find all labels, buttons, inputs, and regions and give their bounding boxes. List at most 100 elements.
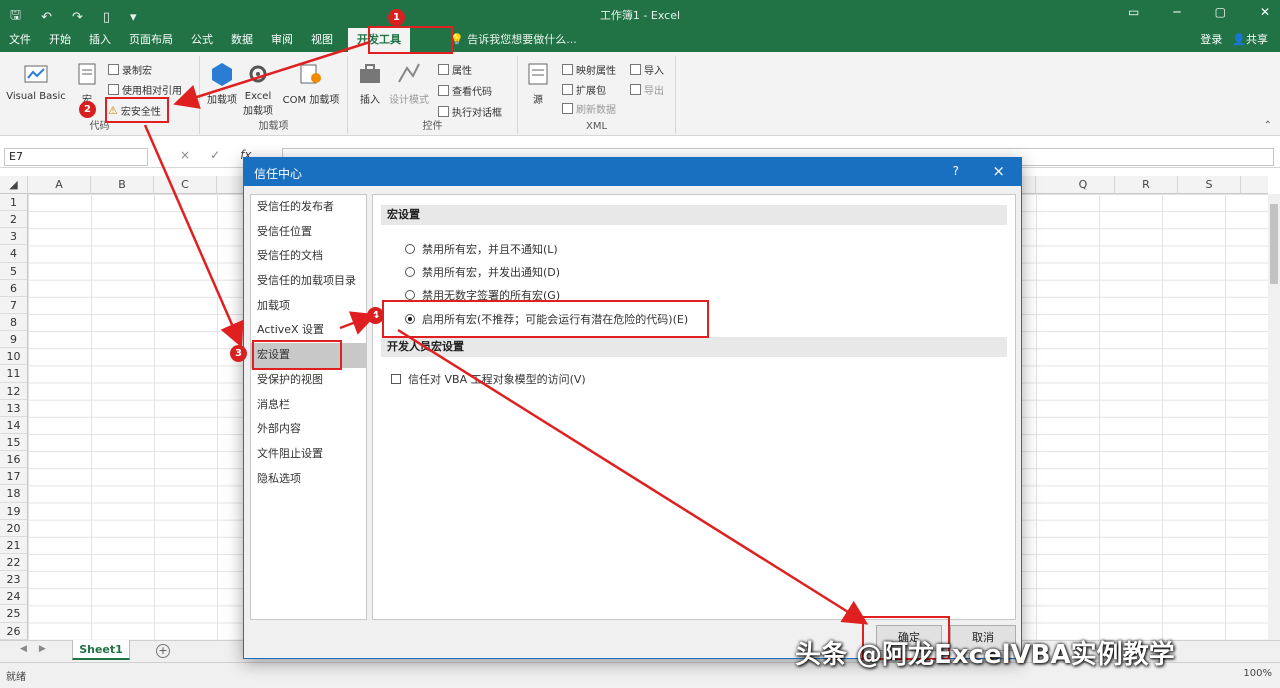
close-icon[interactable]: ✕ xyxy=(1260,5,1270,19)
row-header[interactable]: 10 xyxy=(0,348,27,366)
tab-review[interactable]: 审阅 xyxy=(262,28,302,52)
highlight-developer-tab xyxy=(368,26,453,54)
column-header[interactable]: S xyxy=(1178,176,1241,194)
sheet-tab-sheet1[interactable]: Sheet1 xyxy=(72,640,130,660)
row-header[interactable]: 22 xyxy=(0,554,27,572)
row-header[interactable]: 18 xyxy=(0,485,27,503)
column-header[interactable]: C xyxy=(154,176,217,194)
new-file-icon[interactable]: ▯ xyxy=(103,10,110,25)
window-controls: ▭ ─ ▢ ✕ xyxy=(1128,5,1270,19)
view-code-button[interactable]: 查看代码 xyxy=(438,83,492,98)
share-button[interactable]: 👤共享 xyxy=(1232,28,1268,52)
com-addins-button[interactable]: COM 加载项 xyxy=(278,60,344,106)
nav-trusted-documents[interactable]: 受信任的文档 xyxy=(251,244,366,269)
confirm-entry-icon[interactable]: ✓ xyxy=(210,148,220,162)
zoom-level[interactable]: 100% xyxy=(1243,668,1272,679)
tab-formulas[interactable]: 公式 xyxy=(182,28,222,52)
radio-disable-no-notify[interactable]: 禁用所有宏，并且不通知(L) xyxy=(405,241,558,257)
row-header[interactable]: 20 xyxy=(0,520,27,537)
column-header[interactable]: Q xyxy=(1052,176,1115,194)
row-header[interactable]: 8 xyxy=(0,314,27,332)
xml-source-button[interactable]: 源 xyxy=(524,60,552,106)
minimize-icon[interactable]: ─ xyxy=(1173,5,1180,19)
import-button[interactable]: 导入 xyxy=(630,62,664,77)
radio-circle xyxy=(405,244,415,254)
row-header[interactable]: 12 xyxy=(0,383,27,400)
vertical-scrollbar[interactable] xyxy=(1268,194,1280,640)
nav-message-bar[interactable]: 消息栏 xyxy=(251,393,366,418)
row-header[interactable]: 13 xyxy=(0,400,27,417)
map-properties-button[interactable]: 映射属性 xyxy=(562,62,616,77)
export-icon xyxy=(630,84,641,95)
select-all-corner[interactable]: ◢ xyxy=(0,176,28,194)
name-box[interactable]: E7 xyxy=(4,148,148,166)
nav-protected-view[interactable]: 受保护的视图 xyxy=(251,368,366,393)
title-bar: 🖫 ↶ ↷ ▯ ▾ 工作簿1 - Excel ▭ ─ ▢ ✕ 文件 开始 插入 … xyxy=(0,0,1280,52)
nav-trusted-locations[interactable]: 受信任位置 xyxy=(251,220,366,245)
row-header[interactable]: 26 xyxy=(0,623,27,640)
row-header[interactable]: 5 xyxy=(0,263,27,280)
expansion-pack-button[interactable]: 扩展包 xyxy=(562,82,606,97)
macros-button[interactable]: 宏 xyxy=(72,60,102,106)
radio-disable-notify[interactable]: 禁用所有宏，并发出通知(D) xyxy=(405,264,560,280)
ribbon-display-icon[interactable]: ▭ xyxy=(1128,5,1139,19)
row-header[interactable]: 24 xyxy=(0,588,27,606)
row-header[interactable]: 6 xyxy=(0,280,27,297)
collapse-ribbon-icon[interactable]: ⌃ xyxy=(1264,120,1272,131)
record-macro-button[interactable]: 录制宏 xyxy=(108,62,152,77)
row-header[interactable]: 19 xyxy=(0,503,27,520)
column-header[interactable]: A xyxy=(28,176,91,194)
undo-icon[interactable]: ↶ xyxy=(41,10,52,25)
row-header[interactable]: 1 xyxy=(0,194,27,212)
nav-file-block-settings[interactable]: 文件阻止设置 xyxy=(251,442,366,467)
maximize-icon[interactable]: ▢ xyxy=(1215,5,1226,19)
tab-view[interactable]: 视图 xyxy=(302,28,342,52)
nav-trusted-publishers[interactable]: 受信任的发布者 xyxy=(251,195,366,220)
row-header[interactable]: 3 xyxy=(0,228,27,246)
dialog-close-icon[interactable]: × xyxy=(992,162,1005,180)
nav-addins[interactable]: 加载项 xyxy=(251,294,366,319)
row-header[interactable]: 23 xyxy=(0,571,27,589)
export-button[interactable]: 导出 xyxy=(630,82,664,97)
tell-me-search[interactable]: 💡 告诉我您想要做什么... xyxy=(450,28,577,52)
refresh-data-button[interactable]: 刷新数据 xyxy=(562,101,616,116)
tab-file[interactable]: 文件 xyxy=(0,28,40,52)
customize-qat-icon[interactable]: ▾ xyxy=(130,10,137,25)
row-header[interactable]: 15 xyxy=(0,434,27,452)
cancel-entry-icon[interactable]: × xyxy=(180,148,190,162)
visual-basic-button[interactable]: Visual Basic xyxy=(4,60,68,102)
row-header[interactable]: 17 xyxy=(0,468,27,486)
excel-addins-button[interactable]: Excel 加载项 xyxy=(240,60,276,117)
nav-external-content[interactable]: 外部内容 xyxy=(251,417,366,442)
nav-trusted-addin-catalogs[interactable]: 受信任的加载项目录 xyxy=(251,269,366,294)
vba-trust-checkbox[interactable]: 信任对 VBA 工程对象模型的访问(V) xyxy=(391,371,586,387)
row-header[interactable]: 25 xyxy=(0,605,27,623)
save-icon[interactable]: 🖫 xyxy=(10,6,21,28)
properties-button[interactable]: 属性 xyxy=(438,62,472,77)
row-header[interactable]: 9 xyxy=(0,331,27,349)
tab-home[interactable]: 开始 xyxy=(40,28,80,52)
scrollbar-thumb[interactable] xyxy=(1270,204,1278,284)
row-header[interactable]: 16 xyxy=(0,451,27,469)
add-sheet-button[interactable]: + xyxy=(156,644,170,658)
redo-icon[interactable]: ↷ xyxy=(72,10,83,25)
insert-control-button[interactable]: 插入 xyxy=(352,60,388,106)
column-header[interactable]: B xyxy=(91,176,154,194)
row-header[interactable]: 11 xyxy=(0,365,27,383)
row-header[interactable]: 21 xyxy=(0,537,27,554)
column-header[interactable]: R xyxy=(1115,176,1178,194)
design-mode-button[interactable]: 设计模式 xyxy=(388,60,430,106)
relative-reference-button[interactable]: 使用相对引用 xyxy=(108,82,182,97)
tab-page-layout[interactable]: 页面布局 xyxy=(120,28,182,52)
tab-insert[interactable]: 插入 xyxy=(80,28,120,52)
row-header[interactable]: 14 xyxy=(0,417,27,434)
sheet-nav-arrows[interactable]: ◀▶ xyxy=(20,644,58,654)
row-header[interactable]: 2 xyxy=(0,211,27,229)
nav-privacy-options[interactable]: 隐私选项 xyxy=(251,467,366,492)
row-header[interactable]: 7 xyxy=(0,297,27,314)
tab-data[interactable]: 数据 xyxy=(222,28,262,52)
login-link[interactable]: 登录 xyxy=(1200,28,1222,52)
help-icon[interactable]: ? xyxy=(953,164,959,178)
row-header[interactable]: 4 xyxy=(0,245,27,263)
addins-button[interactable]: 加载项 xyxy=(206,60,238,106)
